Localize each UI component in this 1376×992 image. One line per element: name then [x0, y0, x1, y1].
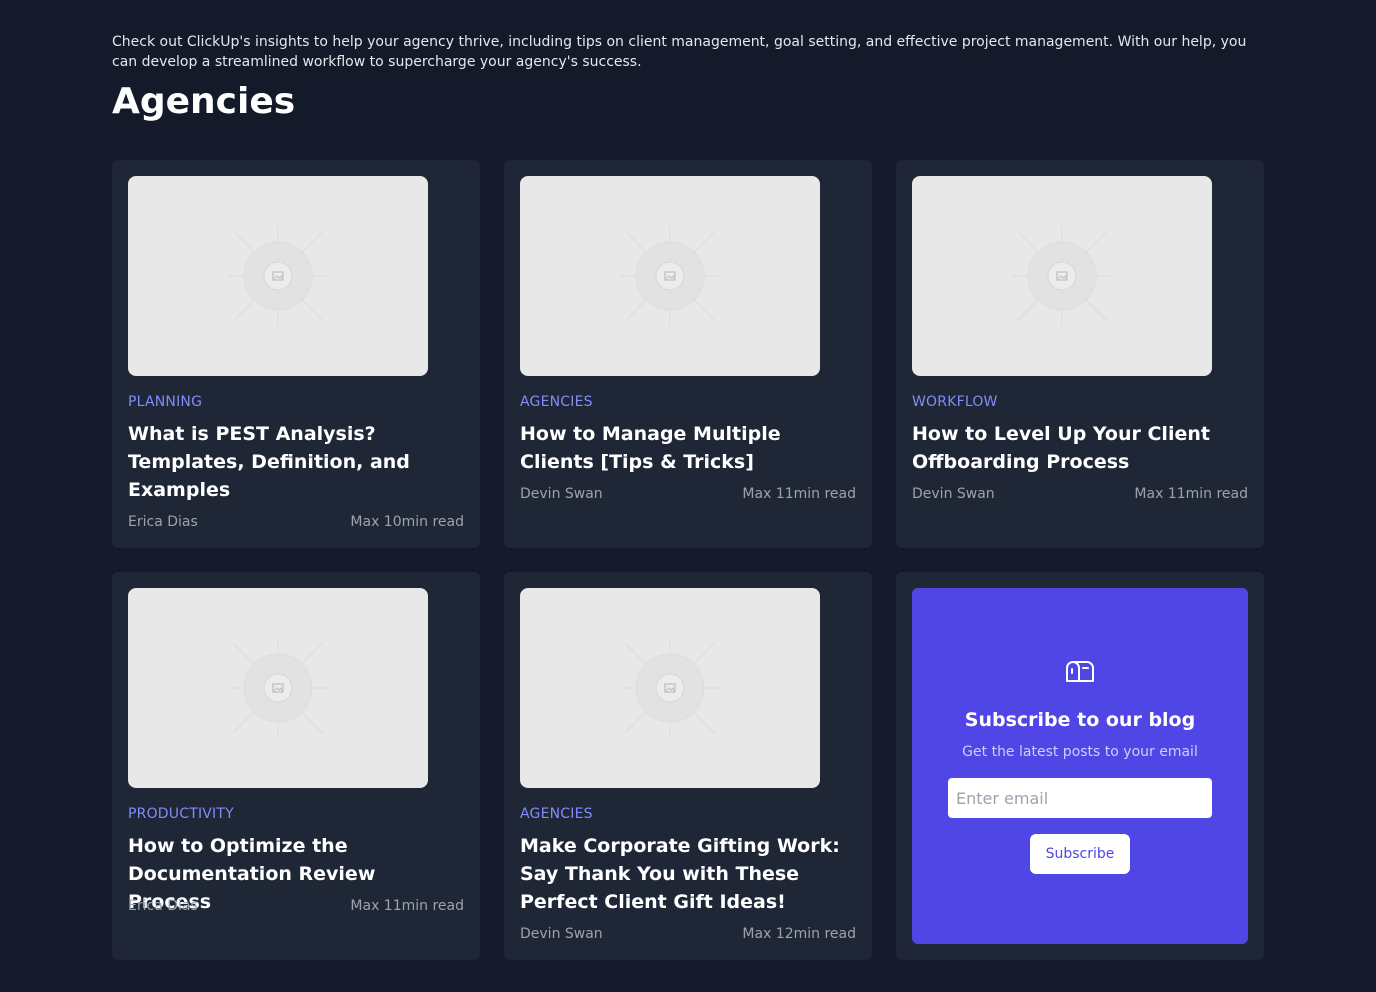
subscribe-card: Subscribe to our blog Get the latest pos…: [896, 572, 1264, 960]
post-thumbnail[interactable]: [912, 176, 1212, 376]
post-thumbnail[interactable]: [128, 588, 428, 788]
post-card[interactable]: PRODUCTIVITY How to Optimize the Documen…: [112, 572, 480, 960]
image-placeholder-icon: [1012, 226, 1112, 326]
post-read-time: Max 12min read: [742, 926, 856, 942]
post-read-time: Max 11min read: [1134, 486, 1248, 502]
post-author: Devin Swan: [520, 926, 603, 942]
post-author: Devin Swan: [912, 486, 995, 502]
image-placeholder-icon: [228, 226, 328, 326]
post-category[interactable]: AGENCIES: [520, 392, 593, 412]
post-thumbnail[interactable]: [520, 588, 820, 788]
subscribe-description: Get the latest posts to your email: [962, 744, 1198, 760]
post-card[interactable]: PLANNING What is PEST Analysis? Template…: [112, 160, 480, 548]
post-card[interactable]: AGENCIES Make Corporate Gifting Work: Sa…: [504, 572, 872, 960]
post-title[interactable]: How to Manage Multiple Clients [Tips & T…: [520, 420, 856, 476]
mailbox-icon: [1066, 661, 1094, 682]
post-card[interactable]: AGENCIES How to Manage Multiple Clients …: [504, 160, 872, 548]
post-title[interactable]: Make Corporate Gifting Work: Say Thank Y…: [520, 832, 856, 916]
subscribe-button[interactable]: Subscribe: [1030, 834, 1130, 874]
subscribe-title: Subscribe to our blog: [964, 709, 1196, 731]
subscribe-panel: Subscribe to our blog Get the latest pos…: [912, 588, 1248, 944]
post-category[interactable]: PLANNING: [128, 392, 202, 412]
post-read-time: Max 11min read: [350, 898, 464, 914]
image-placeholder-icon: [228, 638, 328, 738]
post-category[interactable]: AGENCIES: [520, 804, 593, 824]
page-title: Agencies: [112, 81, 296, 122]
image-placeholder-icon: [620, 226, 720, 326]
post-read-time: Max 11min read: [742, 486, 856, 502]
agency-blog-section: Check out ClickUp's insights to help you…: [112, 0, 1264, 960]
post-thumbnail[interactable]: [128, 176, 428, 376]
section-intro: Check out ClickUp's insights to help you…: [112, 34, 1247, 70]
post-read-time: Max 10min read: [350, 514, 464, 530]
post-category[interactable]: PRODUCTIVITY: [128, 804, 234, 824]
post-card[interactable]: WORKFLOW How to Level Up Your Client Off…: [896, 160, 1264, 548]
post-title[interactable]: How to Level Up Your Client Offboarding …: [912, 420, 1248, 476]
post-author: Devin Swan: [520, 486, 603, 502]
post-author: Erica Dias: [128, 898, 198, 914]
post-title[interactable]: What is PEST Analysis? Templates, Defini…: [128, 420, 464, 504]
post-category[interactable]: WORKFLOW: [912, 392, 998, 412]
email-input[interactable]: [948, 778, 1212, 818]
image-placeholder-icon: [620, 638, 720, 738]
post-thumbnail[interactable]: [520, 176, 820, 376]
post-author: Erica Dias: [128, 514, 198, 530]
